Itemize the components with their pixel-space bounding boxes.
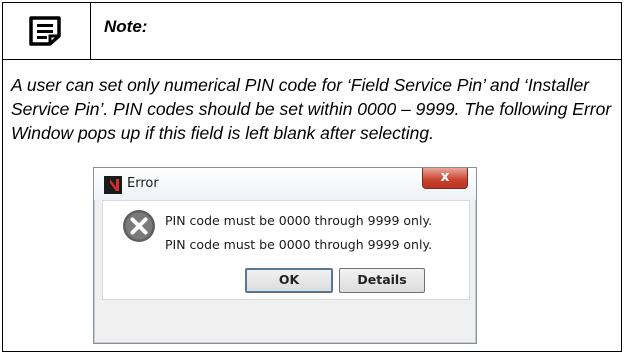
- error-window: Error x PIN code must be 0000 through 99…: [93, 167, 477, 344]
- close-button[interactable]: x: [422, 168, 468, 189]
- close-icon: x: [440, 169, 450, 185]
- error-window-titlebar[interactable]: Error x: [94, 168, 476, 200]
- error-message-1: PIN code must be 0000 through 9999 only.: [165, 213, 433, 228]
- app-logo-icon: [104, 176, 122, 194]
- error-message-2: PIN code must be 0000 through 9999 only.: [165, 237, 433, 252]
- error-content: PIN code must be 0000 through 9999 only.…: [102, 200, 470, 300]
- ok-button[interactable]: OK: [245, 268, 333, 293]
- note-body-text: A user can set only numerical PIN code f…: [11, 75, 612, 143]
- note-header-row: Note:: [3, 3, 621, 60]
- error-x-icon: [123, 210, 155, 242]
- details-button[interactable]: Details: [339, 268, 425, 293]
- note-icon-cell: [3, 3, 91, 59]
- note-title: Note:: [104, 17, 148, 36]
- error-window-title: Error: [127, 176, 159, 191]
- note-document-icon: [29, 16, 61, 46]
- note-table: Note: A user can set only numerical PIN …: [2, 2, 622, 352]
